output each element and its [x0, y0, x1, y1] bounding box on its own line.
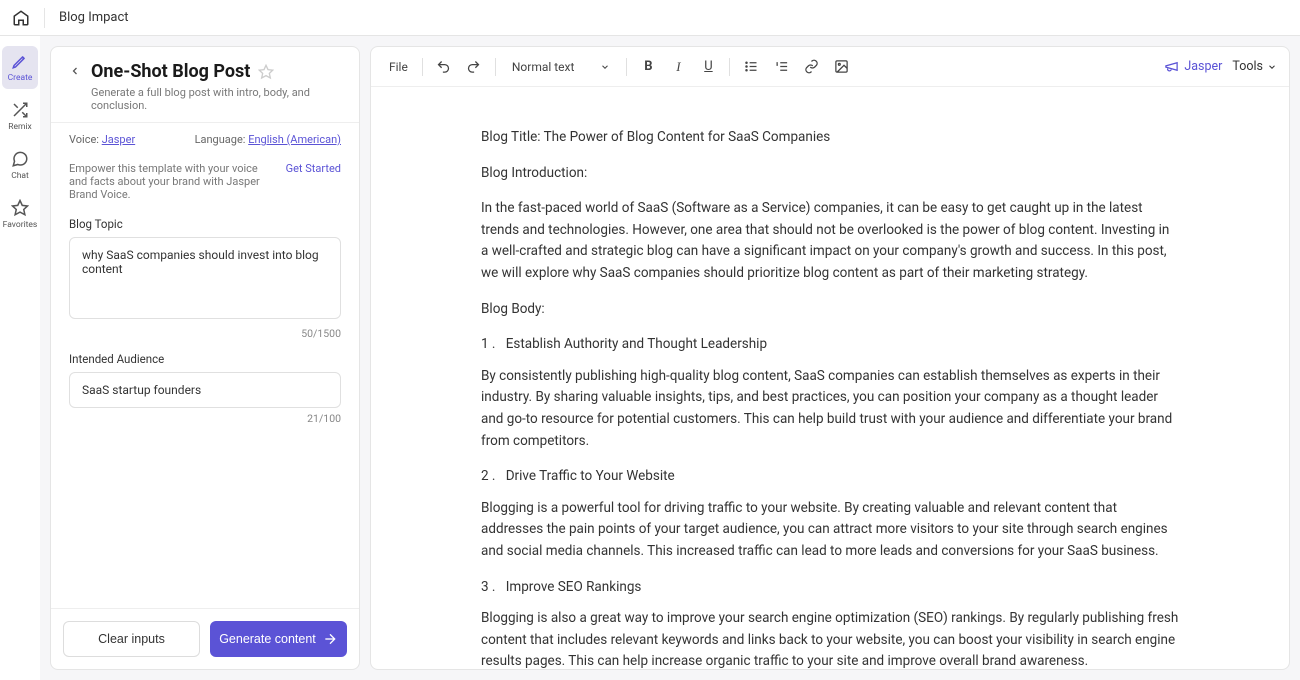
section-text: By consistently publishing high-quality …	[481, 366, 1179, 452]
link-button[interactable]	[798, 54, 824, 80]
arrow-right-icon	[322, 631, 338, 647]
pencil-icon	[11, 52, 29, 70]
section-text: Blogging is a powerful tool for driving …	[481, 498, 1179, 563]
image-button[interactable]	[828, 54, 854, 80]
jasper-button[interactable]: Jasper	[1164, 59, 1222, 74]
editor-panel: File Normal text B I U	[370, 46, 1290, 670]
star-icon	[11, 199, 29, 217]
redo-icon	[466, 59, 481, 74]
template-description: Generate a full blog post with intro, bo…	[91, 86, 341, 112]
rail-label: Remix	[8, 122, 31, 132]
rail-favorites[interactable]: Favorites	[2, 193, 38, 236]
bullet-list-icon	[744, 59, 759, 74]
numbered-list-button[interactable]	[768, 54, 794, 80]
topic-input[interactable]	[69, 237, 341, 319]
favorite-star-icon[interactable]	[258, 64, 274, 80]
brand-voice-prompt: Empower this template with your voice an…	[69, 162, 274, 201]
bullet-list-button[interactable]	[738, 54, 764, 80]
redo-button[interactable]	[461, 54, 487, 80]
home-icon[interactable]	[12, 9, 30, 27]
page-title: Blog Impact	[59, 10, 129, 25]
chevron-down-icon	[1267, 62, 1277, 72]
divider	[422, 58, 423, 76]
image-icon	[834, 59, 849, 74]
undo-button[interactable]	[431, 54, 457, 80]
chat-icon	[11, 150, 29, 168]
editor-content[interactable]: Blog Title: The Power of Blog Content fo…	[371, 87, 1289, 669]
topic-charcount: 50/1500	[69, 327, 341, 340]
language-link[interactable]: English (American)	[248, 133, 341, 146]
section-text: Blogging is also a great way to improve …	[481, 608, 1179, 669]
section-heading: 3 . Improve SEO Rankings	[481, 577, 1179, 599]
divider	[44, 8, 45, 28]
language-meta: Language: English (American)	[195, 133, 341, 146]
text-style-select[interactable]: Normal text	[504, 56, 619, 78]
shuffle-icon	[11, 101, 29, 119]
voice-link[interactable]: Jasper	[102, 133, 135, 146]
generate-content-button[interactable]: Generate content	[210, 621, 347, 657]
divider	[729, 58, 730, 76]
back-icon[interactable]	[69, 65, 81, 77]
left-rail: Create Remix Chat Favorites	[0, 36, 40, 680]
section-heading: 2 . Drive Traffic to Your Website	[481, 466, 1179, 488]
rail-remix[interactable]: Remix	[2, 95, 38, 138]
italic-button[interactable]: I	[665, 54, 691, 80]
doc-intro: In the fast-paced world of SaaS (Softwar…	[481, 198, 1179, 284]
numbered-list-icon	[774, 59, 789, 74]
bold-button[interactable]: B	[635, 54, 661, 80]
tools-menu[interactable]: Tools	[1232, 59, 1277, 74]
divider	[626, 58, 627, 76]
megaphone-icon	[1164, 59, 1179, 74]
template-panel: One-Shot Blog Post Generate a full blog …	[50, 46, 360, 670]
audience-label: Intended Audience	[69, 352, 341, 366]
editor-toolbar: File Normal text B I U	[371, 47, 1289, 87]
doc-title: Blog Title: The Power of Blog Content fo…	[481, 127, 1179, 149]
undo-icon	[436, 59, 451, 74]
rail-label: Create	[8, 73, 33, 83]
audience-input[interactable]	[69, 372, 341, 408]
link-icon	[804, 59, 819, 74]
clear-inputs-button[interactable]: Clear inputs	[63, 621, 200, 657]
rail-create[interactable]: Create	[2, 46, 38, 89]
doc-intro-label: Blog Introduction:	[481, 163, 1179, 185]
file-menu[interactable]: File	[383, 56, 414, 78]
underline-button[interactable]: U	[695, 54, 721, 80]
divider	[495, 58, 496, 76]
rail-label: Favorites	[3, 220, 38, 230]
topic-label: Blog Topic	[69, 217, 341, 231]
section-heading: 1 . Establish Authority and Thought Lead…	[481, 334, 1179, 356]
rail-label: Chat	[11, 171, 29, 181]
audience-charcount: 21/100	[69, 412, 341, 425]
template-title: One-Shot Blog Post	[91, 61, 250, 82]
rail-chat[interactable]: Chat	[2, 144, 38, 187]
voice-meta: Voice: Jasper	[69, 133, 135, 146]
doc-body-label: Blog Body:	[481, 299, 1179, 321]
get-started-link[interactable]: Get Started	[286, 162, 341, 175]
chevron-down-icon	[600, 62, 610, 72]
